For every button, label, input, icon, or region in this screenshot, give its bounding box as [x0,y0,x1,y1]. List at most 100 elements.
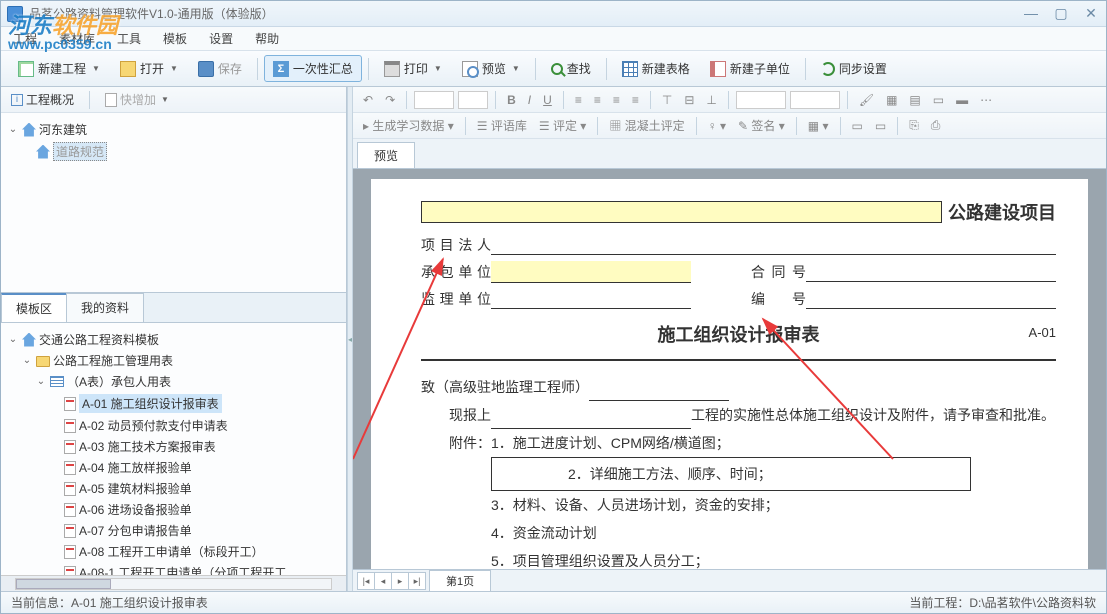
border-select[interactable] [736,91,786,109]
template-tree[interactable]: ⌄交通公路工程资料模板 ⌄公路工程施工管理用表 ⌄（A表）承包人用表 A-01 … [1,323,346,575]
menu-settings[interactable]: 设置 [205,28,237,49]
tree-node-label[interactable]: （A表）承包人用表 [67,373,171,390]
inc-button[interactable]: ▭ [848,117,867,135]
grid-button[interactable]: ▦ ▾ [804,117,833,135]
align-left-button[interactable]: ≡ [571,91,586,109]
menu-tools[interactable]: 工具 [113,28,145,49]
contractor-input[interactable] [491,261,691,283]
new-project-button[interactable]: 新建工程▼ [9,55,109,82]
tree-child-selected[interactable]: 道路规范 [53,142,107,161]
open-button[interactable]: 打开▼ [111,55,187,82]
gen-data-button[interactable]: ▸ 生成学习数据 ▾ [359,115,458,136]
print-button[interactable]: 打印▼ [375,55,451,82]
horizontal-scrollbar[interactable] [1,575,346,591]
tree-item[interactable]: A-07 分包申请报告单 [79,522,192,539]
paint-button[interactable]: 🖌 [855,91,878,109]
tree-item[interactable]: A-02 动员预付款支付申请表 [79,417,228,434]
owner-input[interactable] [491,235,1056,255]
preview-button[interactable]: 预览▼ [453,55,529,82]
valign-bottom-button[interactable]: ⊥ [702,91,720,109]
underline-button[interactable]: U [539,91,556,109]
page-indicator[interactable]: 第1页 [429,570,491,592]
supervisor-input[interactable] [491,289,691,309]
dec-button[interactable]: ▭ [871,117,890,135]
statusbar: 当前信息：A-01 施工组织设计报审表 当前工程：D:\品茗软件\公路资料软 [1,591,1106,613]
serial-no-input[interactable] [806,289,1056,309]
document-viewport[interactable]: 公路建设项目 项目法人 承包单位 合同号 监理单位 [353,169,1106,569]
close-button[interactable]: ✕ [1082,5,1100,22]
sigma-icon: Σ [273,61,289,77]
attach-item: 5．项目管理组织设置及人员分工； [491,553,709,569]
tree-item[interactable]: A-04 施工放样报验单 [79,459,192,476]
merge-button[interactable]: ▦ [882,91,901,109]
new-unit-button[interactable]: 新建子单位 [701,55,799,82]
paste-button[interactable]: ⎙ [927,116,945,135]
quick-add-button[interactable]: 快增加▼ [101,89,173,110]
tree-item[interactable]: A-08 工程开工申请单（标段开工） [79,543,264,560]
tree-node-label[interactable]: 交通公路工程资料模板 [39,331,159,348]
line-select[interactable] [790,91,840,109]
form-label: 编 号 [751,289,806,309]
menu-template[interactable]: 模板 [159,28,191,49]
attach-item-boxed[interactable]: 2．详细施工方法、顺序、时间； [491,457,971,491]
tree-root-label[interactable]: 河东建筑 [39,121,87,138]
tab-my-data[interactable]: 我的资料 [66,293,144,322]
tree-item[interactable]: A-08-1 工程开工申请单（分项工程开工 [79,564,286,575]
save-button[interactable]: 保存 [189,55,251,82]
sign-button[interactable]: ✎ 签名 ▾ [734,115,789,136]
project-tree[interactable]: ⌄ 河东建筑 道路规范 [1,113,346,293]
align-justify-button[interactable]: ≡ [628,91,643,109]
secondary-toolbar: ▸ 生成学习数据 ▾ ☰ 评语库 ☰ 评定 ▾ ▦ 混凝土评定 ♀ ▾ ✎ 签名… [353,113,1106,139]
tree-node-label[interactable]: 公路工程施工管理用表 [53,352,173,369]
house-icon [22,123,36,137]
contract-no-input[interactable] [806,262,1056,282]
doc-icon [64,440,76,454]
maximize-button[interactable]: ▢ [1052,5,1070,22]
size-select[interactable] [458,91,488,109]
page-prev-button[interactable]: ◂ [374,572,392,590]
font-select[interactable] [414,91,454,109]
menubar: 工程 素材库 工具 模板 设置 帮助 [1,27,1106,51]
valign-top-button[interactable]: ⊤ [658,91,676,109]
delete-row-button[interactable]: ▬ [952,91,972,109]
tree-item[interactable]: A-03 施工技术方案报审表 [79,438,216,455]
tree-collapse-icon[interactable]: ⌄ [7,124,19,135]
tab-preview[interactable]: 预览 [357,142,415,168]
tab-templates[interactable]: 模板区 [1,293,67,322]
project-desc-input[interactable] [491,411,691,429]
menu-project[interactable]: 工程 [9,28,41,49]
insert-row-button[interactable]: ▭ [929,91,948,109]
split-button[interactable]: ▤ [905,91,924,109]
italic-button[interactable]: I [524,91,535,109]
tree-item-a01[interactable]: A-01 施工组织设计报审表 [79,394,222,413]
redo-button[interactable]: ↷ [381,91,399,109]
menu-help[interactable]: 帮助 [251,28,283,49]
sync-button[interactable]: 同步设置 [812,55,896,82]
summary-button[interactable]: Σ一次性汇总 [264,55,362,82]
undo-button[interactable]: ↶ [359,91,377,109]
align-right-button[interactable]: ≡ [609,91,624,109]
more-button[interactable]: ⋯ [976,91,996,109]
project-name-input[interactable] [421,201,942,223]
tree-item[interactable]: A-06 进场设备报验单 [79,501,192,518]
house-icon [36,145,50,159]
tree-item[interactable]: A-05 建筑材料报验单 [79,480,192,497]
concrete-button[interactable]: ▦ 混凝土评定 [605,115,688,136]
menu-material[interactable]: 素材库 [55,28,99,49]
valign-middle-button[interactable]: ⊟ [680,91,698,109]
new-table-button[interactable]: 新建表格 [613,55,699,82]
page-first-button[interactable]: |◂ [357,572,375,590]
addressee-input[interactable] [589,383,729,401]
rating-button[interactable]: ☰ 评定 ▾ [535,115,590,136]
chevron-down-icon: ▼ [434,64,442,73]
copy-button[interactable]: ⎘ [905,116,923,135]
align-center-button[interactable]: ≡ [590,91,605,109]
person-button[interactable]: ♀ ▾ [704,117,730,135]
page-next-button[interactable]: ▸ [391,572,409,590]
search-button[interactable]: 查找 [542,55,600,82]
comment-lib-button[interactable]: ☰ 评语库 [473,115,531,136]
page-last-button[interactable]: ▸| [408,572,426,590]
minimize-button[interactable]: — [1022,5,1040,22]
bold-button[interactable]: B [503,91,520,109]
project-overview-button[interactable]: i工程概况 [7,89,78,110]
